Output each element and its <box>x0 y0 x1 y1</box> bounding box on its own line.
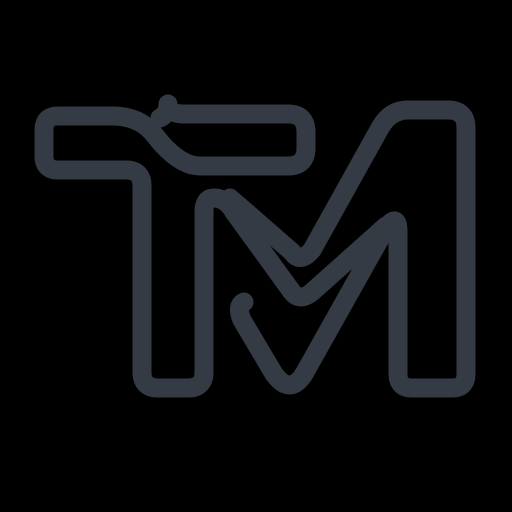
tm-monogram-logo-icon <box>34 94 476 398</box>
canvas <box>0 0 512 512</box>
letter-t-outline <box>34 94 396 398</box>
